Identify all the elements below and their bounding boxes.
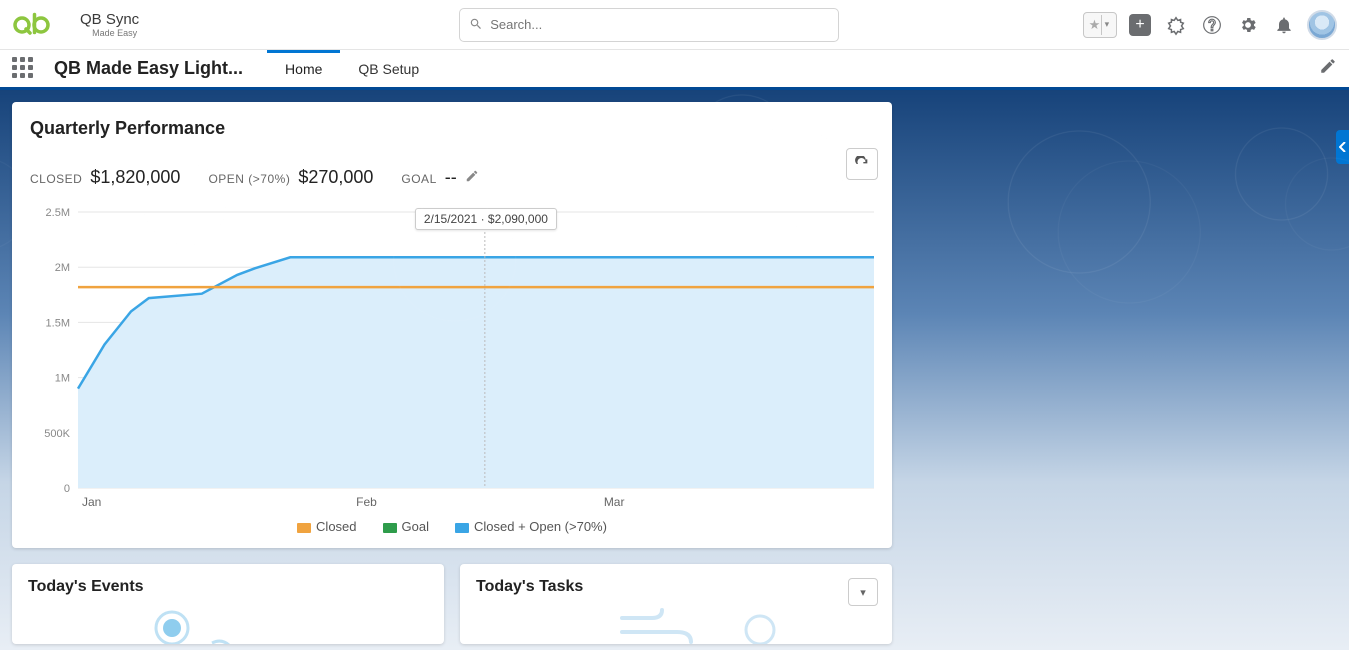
user-avatar[interactable]	[1307, 10, 1337, 40]
star-icon: ★	[1089, 17, 1101, 33]
expand-panel-button[interactable]	[1336, 130, 1349, 164]
tab-home[interactable]: Home	[267, 50, 340, 87]
kpi-closed-label: CLOSED	[30, 172, 82, 186]
salesforce-help-button[interactable]	[1163, 12, 1189, 38]
chart-legend: Closed Goal Closed + Open (>70%)	[30, 519, 874, 540]
pencil-icon	[465, 169, 479, 183]
legend-closed: Closed	[297, 519, 356, 534]
svg-text:Jan: Jan	[82, 495, 101, 509]
svg-text:0: 0	[64, 483, 70, 495]
help-button[interactable]	[1199, 12, 1225, 38]
edit-page-button[interactable]	[1319, 57, 1337, 75]
card-title: Quarterly Performance	[30, 118, 874, 139]
search-icon	[469, 17, 483, 31]
events-illustration	[152, 608, 232, 644]
gear-icon	[1238, 15, 1258, 35]
tab-qb-setup[interactable]: QB Setup	[340, 50, 437, 87]
kpi-closed: CLOSED $1,820,000	[30, 167, 180, 188]
legend-combo: Closed + Open (>70%)	[455, 519, 607, 534]
svg-text:2M: 2M	[55, 262, 70, 274]
chart-tooltip: 2/15/2021 · $2,090,000	[415, 208, 557, 230]
quarterly-performance-card: Quarterly Performance CLOSED $1,820,000 …	[12, 102, 892, 548]
app-launcher-button[interactable]	[12, 57, 36, 81]
svg-text:1.5M: 1.5M	[46, 317, 70, 329]
svg-text:2.5M: 2.5M	[46, 207, 70, 219]
todays-events-card: Today's Events	[12, 564, 444, 644]
chevron-down-icon: ▾	[860, 586, 866, 599]
logo-subtitle: Made Easy	[92, 29, 139, 38]
kpi-closed-value: $1,820,000	[90, 167, 180, 188]
chevron-down-icon: ▾	[1101, 15, 1111, 35]
kpi-goal-value: --	[445, 167, 457, 188]
refresh-icon	[854, 156, 870, 172]
kpi-open: OPEN (>70%) $270,000	[208, 167, 373, 188]
edit-goal-button[interactable]	[465, 169, 479, 186]
svg-text:Feb: Feb	[356, 495, 377, 509]
legend-goal: Goal	[383, 519, 429, 534]
global-search[interactable]	[459, 8, 839, 42]
svg-text:500K: 500K	[44, 428, 70, 440]
app-logo: QB Sync Made Easy	[12, 11, 139, 39]
app-name: QB Made Easy Light...	[54, 58, 243, 79]
logo-name: QB Sync	[80, 12, 139, 27]
svg-text:1M: 1M	[55, 373, 70, 385]
kpi-open-value: $270,000	[298, 167, 373, 188]
kpi-open-label: OPEN (>70%)	[208, 172, 290, 186]
events-card-title: Today's Events	[28, 578, 428, 596]
global-actions-button[interactable]: +	[1127, 12, 1153, 38]
tasks-filter-button[interactable]: ▾	[848, 578, 878, 606]
tasks-card-title: Today's Tasks	[476, 578, 876, 596]
kpi-goal-label: GOAL	[401, 172, 436, 186]
kpi-goal: GOAL --	[401, 167, 478, 188]
cloud-icon	[1165, 14, 1187, 36]
performance-chart: 0 500K 1M 1.5M 2M 2.5M Jan Feb Mar	[30, 202, 880, 510]
notifications-button[interactable]	[1271, 12, 1297, 38]
qb-logo-icon	[12, 11, 72, 39]
question-icon	[1202, 15, 1222, 35]
todays-tasks-card: Today's Tasks ▾	[460, 564, 892, 644]
bell-icon	[1274, 15, 1294, 35]
refresh-button[interactable]	[846, 148, 878, 180]
setup-button[interactable]	[1235, 12, 1261, 38]
tasks-illustration	[620, 608, 840, 644]
svg-text:Mar: Mar	[604, 495, 625, 509]
search-input[interactable]	[459, 8, 839, 42]
plus-icon: +	[1129, 14, 1151, 36]
favorites-menu[interactable]: ★ ▾	[1083, 12, 1117, 38]
chevron-left-icon	[1339, 142, 1347, 152]
